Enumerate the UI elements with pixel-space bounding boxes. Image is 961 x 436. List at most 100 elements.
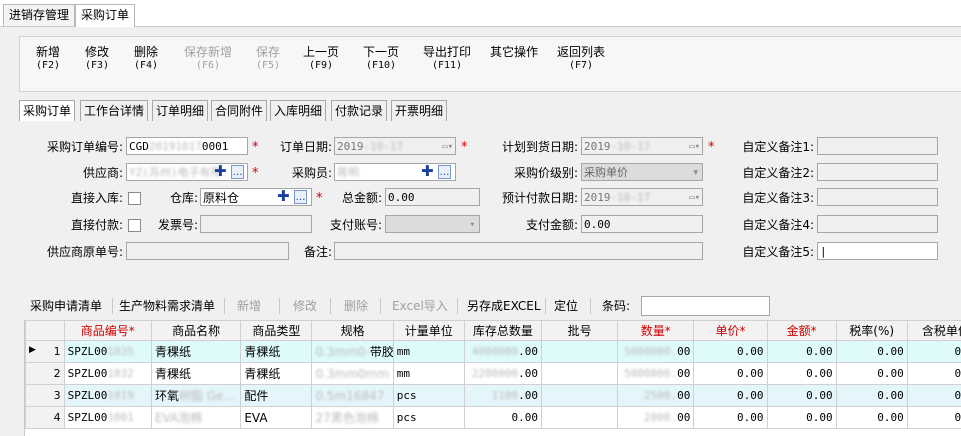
supplier-field[interactable]: YZ(苏州)电子有限 — [126, 163, 248, 181]
add-button[interactable]: 新增 (F2) — [30, 45, 66, 73]
cell-product-code[interactable]: SPZL001019 — [63, 384, 152, 407]
custom-note-1-field[interactable] — [817, 137, 938, 155]
add-buyer-icon[interactable]: ✚ — [421, 163, 434, 179]
cell-amount[interactable]: 0.00 — [766, 384, 837, 407]
save-button[interactable]: 保存 (F5) — [250, 45, 286, 73]
col-tax-rate[interactable]: 税率(%) — [835, 320, 908, 341]
add-warehouse-icon[interactable]: ✚ — [277, 188, 290, 204]
locate-button[interactable]: 定位 — [554, 295, 578, 317]
grid-delete-button[interactable]: 删除 — [344, 295, 368, 317]
tab-invoice-details[interactable]: 开票明细 — [391, 100, 448, 121]
custom-note-2-field[interactable] — [817, 163, 938, 181]
cell-unit-price[interactable]: 0.00 — [693, 384, 768, 407]
prev-page-button[interactable]: 上一页 (F9) — [300, 45, 342, 73]
col-product-code[interactable]: 商品编号* — [63, 320, 152, 341]
save-as-excel-button[interactable]: 另存成EXCEL — [467, 295, 541, 317]
cell-product-type[interactable]: 配件 — [240, 384, 313, 407]
cell-tax-rate[interactable]: 0.00 — [835, 384, 908, 407]
cell-unit-price[interactable]: 0.00 — [693, 406, 768, 429]
calendar-icon[interactable]: ▭▾ — [442, 138, 453, 154]
cell-unit[interactable]: pcs — [392, 384, 465, 407]
cell-product-type[interactable]: 青稞纸 — [240, 340, 313, 363]
cell-amount[interactable]: 0.00 — [766, 340, 837, 363]
col-amount[interactable]: 金额* — [766, 320, 837, 341]
cell-price-incl-tax[interactable]: 0.00 — [906, 406, 961, 429]
custom-note-3-field[interactable] — [817, 188, 938, 206]
calendar-icon[interactable]: ▭▾ — [689, 138, 700, 154]
cell-unit[interactable]: mm — [392, 362, 465, 385]
col-batch-no[interactable]: 批号 — [541, 320, 619, 341]
cell-spec[interactable]: 0.5m16847 — [311, 384, 394, 407]
purchase-request-list-button[interactable]: 采购申请清单 — [30, 295, 102, 317]
col-stock-total[interactable]: 库存总数量 — [463, 320, 543, 341]
cell-product-name[interactable]: EVA泡棉 — [150, 406, 242, 429]
cell-quantity[interactable]: 5000000.00 — [617, 362, 695, 385]
grid-add-button[interactable]: 新增 — [237, 295, 261, 317]
pay-account-select[interactable]: ▾ — [385, 215, 480, 233]
cell-product-code[interactable]: SPZL001032 — [63, 362, 152, 385]
tab-contract-attachments[interactable]: 合同附件 — [211, 100, 268, 121]
cell-product-name[interactable]: 青稞纸 — [150, 340, 242, 363]
grid-edit-button[interactable]: 修改 — [293, 295, 317, 317]
cell-product-name[interactable]: 青稞纸 — [150, 362, 242, 385]
module-tab-inventory[interactable]: 进销存管理 — [3, 4, 76, 26]
row-header[interactable]: 4 — [25, 406, 65, 429]
order-no-field[interactable]: CGD201910170001 — [126, 137, 248, 155]
edit-button[interactable]: 修改 (F3) — [79, 45, 115, 73]
col-price-incl-tax[interactable]: 含税单价 — [906, 320, 961, 341]
cell-amount[interactable]: 0.00 — [766, 362, 837, 385]
cell-spec[interactable]: 0.3mm0-带胶 — [311, 340, 394, 363]
cell-stock-total[interactable]: 1100.00 — [463, 384, 543, 407]
back-to-list-button[interactable]: 返回列表 (F7) — [554, 45, 608, 73]
next-page-button[interactable]: 下一页 (F10) — [360, 45, 402, 73]
expected-pay-date-field[interactable]: 2019-10-17 ▭▾ — [581, 188, 703, 206]
table-row[interactable]: 2 SPZL001032 青稞纸 青稞纸 0.3mm0mm mm 2200000… — [25, 362, 961, 385]
cell-unit[interactable]: mm — [392, 340, 465, 363]
plan-date-field[interactable]: 2019-10-17 ▭▾ — [581, 137, 703, 155]
direct-pay-checkbox[interactable] — [128, 219, 141, 232]
cell-unit-price[interactable]: 0.00 — [693, 340, 768, 363]
save-new-button[interactable]: 保存新增 (F6) — [180, 45, 236, 73]
row-header[interactable]: ▶ 1 — [25, 340, 65, 363]
table-row[interactable]: 3 SPZL001019 环氧树脂 Ge… 配件 0.5m16847 pcs 1… — [25, 384, 961, 407]
supplier-orig-no-field[interactable] — [126, 242, 289, 260]
cell-tax-rate[interactable]: 0.00 — [835, 362, 908, 385]
row-header[interactable]: 3 — [25, 384, 65, 407]
barcode-input[interactable] — [641, 296, 770, 316]
tab-payment-records[interactable]: 付款记录 — [331, 100, 388, 121]
cell-quantity[interactable]: 2500.00 — [617, 384, 695, 407]
cell-product-type[interactable]: EVA — [240, 406, 313, 429]
cell-product-code[interactable]: SPZL001001 — [63, 406, 152, 429]
col-product-name[interactable]: 商品名称 — [150, 320, 242, 341]
cell-quantity[interactable]: 5000000.00 — [617, 340, 695, 363]
cell-stock-total[interactable]: 4000000.00 — [463, 340, 543, 363]
table-row[interactable]: ▶ 1 SPZL001035 青稞纸 青稞纸 0.3mm0-带胶 mm 40000… — [25, 340, 961, 363]
material-requirement-list-button[interactable]: 生产物料需求清单 — [119, 295, 215, 317]
select-warehouse-button[interactable]: … — [294, 190, 307, 204]
cell-spec[interactable]: 27黑色泡棉 — [311, 406, 394, 429]
cell-batch-no[interactable] — [541, 340, 619, 363]
remark-field[interactable] — [334, 242, 703, 260]
direct-inbound-checkbox[interactable] — [128, 192, 141, 205]
cell-price-incl-tax[interactable]: 0.00 — [906, 362, 961, 385]
col-quantity[interactable]: 数量* — [617, 320, 695, 341]
cell-product-type[interactable]: 青稞纸 — [240, 362, 313, 385]
module-tab-purchase-order[interactable]: 采购订单 — [75, 4, 136, 27]
price-level-select[interactable]: 采购单价 ▾ — [581, 163, 703, 181]
cell-tax-rate[interactable]: 0.00 — [835, 340, 908, 363]
tab-inbound-details[interactable]: 入库明细 — [270, 100, 327, 121]
export-print-button[interactable]: 导出打印 (F11) — [420, 45, 474, 73]
cell-unit[interactable]: pcs — [392, 406, 465, 429]
cell-tax-rate[interactable]: 0.00 — [835, 406, 908, 429]
delete-button[interactable]: 删除 (F4) — [128, 45, 164, 73]
cell-stock-total[interactable]: 2200000.00 — [463, 362, 543, 385]
col-unit[interactable]: 计量单位 — [392, 320, 465, 341]
order-date-field[interactable]: 2019-10-17 ▭▾ — [334, 137, 456, 155]
cell-spec[interactable]: 0.3mm0mm — [311, 362, 394, 385]
tab-order-details[interactable]: 订单明细 — [152, 100, 209, 121]
excel-import-button[interactable]: Excel导入 — [392, 295, 448, 317]
cell-quantity[interactable]: 2000.00 — [617, 406, 695, 429]
cell-batch-no[interactable] — [541, 384, 619, 407]
cell-amount[interactable]: 0.00 — [766, 406, 837, 429]
cell-price-incl-tax[interactable]: 0.00 — [906, 340, 961, 363]
